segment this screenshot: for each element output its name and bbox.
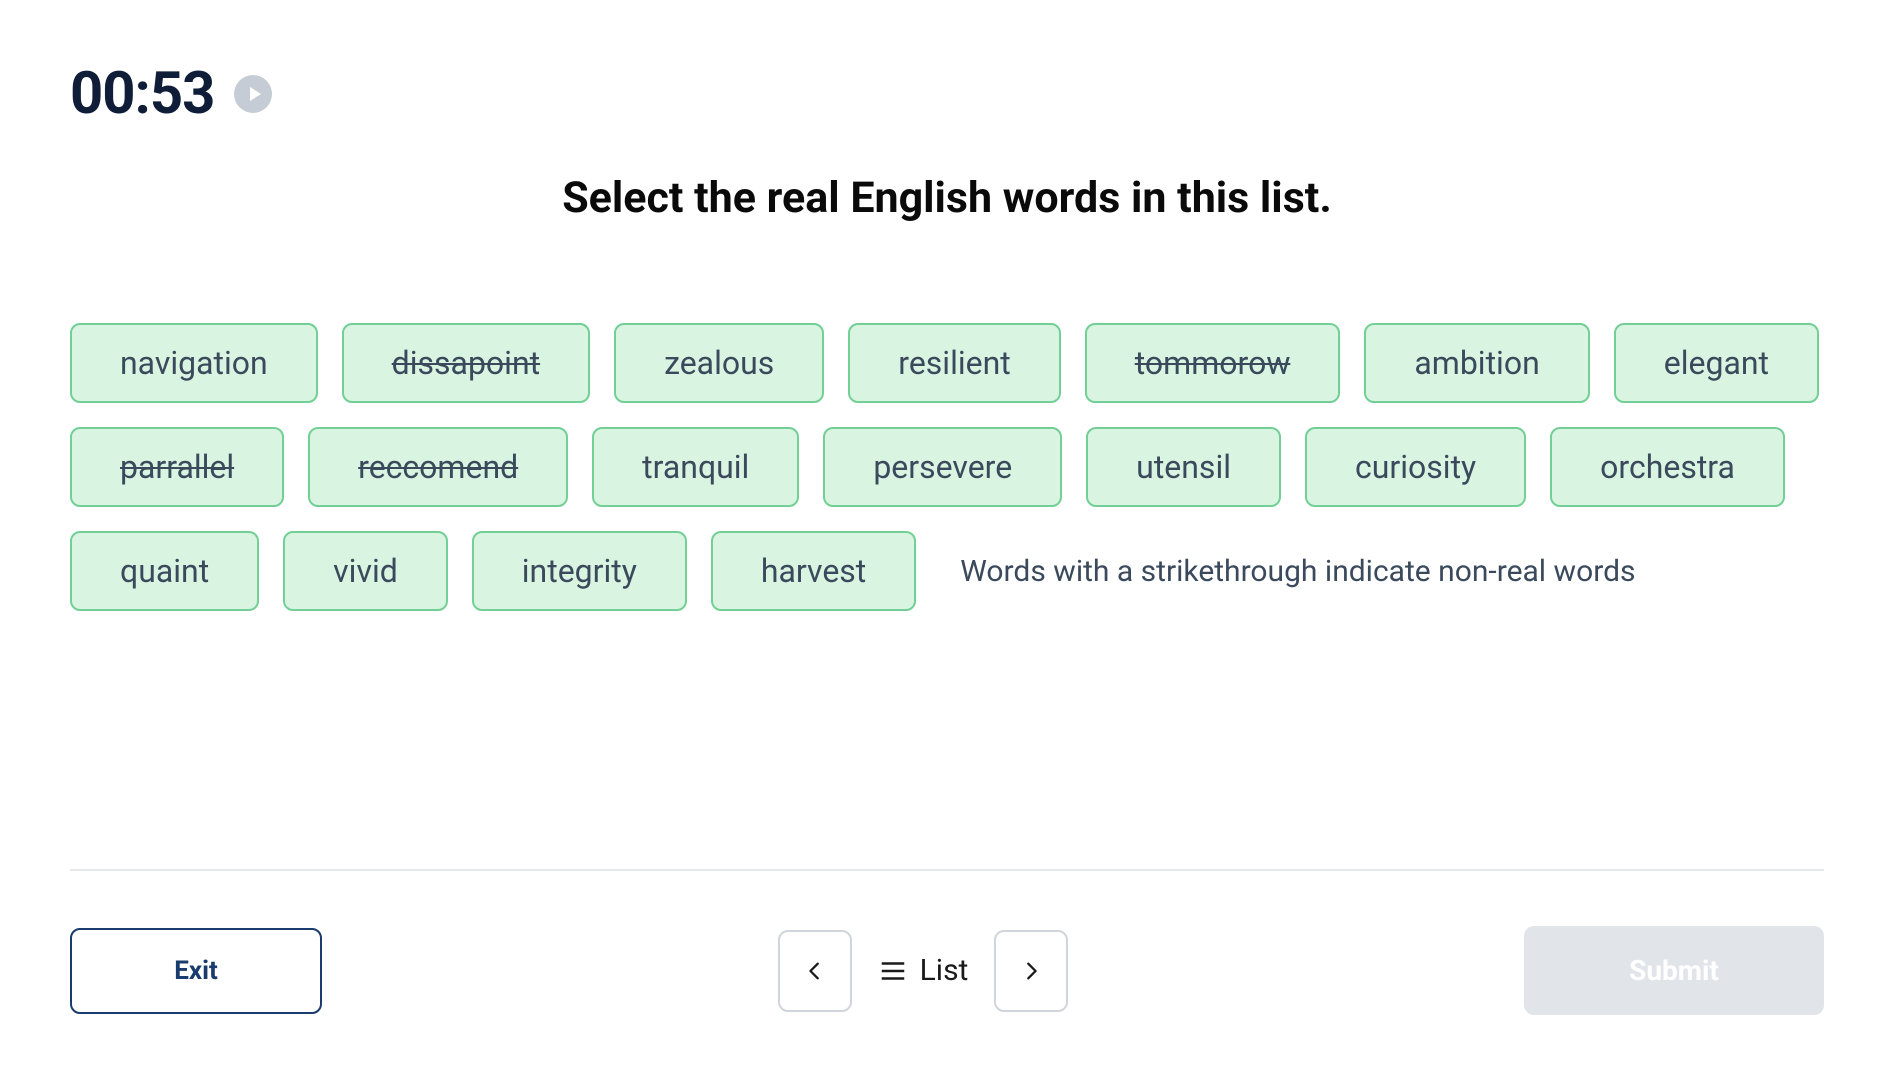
word-chip[interactable]: reccomend (308, 427, 568, 507)
word-chip[interactable]: zealous (614, 323, 824, 403)
prev-button[interactable] (778, 930, 852, 1012)
word-chip[interactable]: quaint (70, 531, 259, 611)
word-chip[interactable]: orchestra (1550, 427, 1785, 507)
word-chip[interactable]: ambition (1364, 323, 1589, 403)
word-chip[interactable]: utensil (1086, 427, 1281, 507)
nav-center: List (778, 930, 1069, 1012)
word-chip[interactable]: tommorow (1085, 323, 1341, 403)
words-area: navigation dissapoint zealous resilient tomm… (70, 323, 1824, 611)
chevron-left-icon (804, 960, 826, 982)
play-icon (247, 86, 263, 102)
chevron-right-icon (1020, 960, 1042, 982)
submit-button[interactable]: Submit (1524, 926, 1824, 1015)
list-label: List (920, 953, 969, 988)
word-chip[interactable]: integrity (472, 531, 687, 611)
word-chip[interactable]: parrallel (70, 427, 284, 507)
header: 00:53 (70, 60, 1824, 128)
word-chip[interactable]: tranquil (592, 427, 799, 507)
hint-text: Words with a strikethrough indicate non-… (960, 554, 1635, 589)
exit-button[interactable]: Exit (70, 928, 322, 1014)
word-chip[interactable]: harvest (711, 531, 916, 611)
word-chip[interactable]: dissapoint (342, 323, 590, 403)
next-button[interactable] (994, 930, 1068, 1012)
word-chip[interactable]: persevere (823, 427, 1062, 507)
word-chip[interactable]: resilient (848, 323, 1060, 403)
list-icon (878, 956, 908, 986)
word-chip[interactable]: navigation (70, 323, 318, 403)
word-chip[interactable]: curiosity (1305, 427, 1526, 507)
timer-display: 00:53 (70, 60, 214, 128)
list-button[interactable]: List (870, 953, 977, 988)
word-chip[interactable]: elegant (1614, 323, 1819, 403)
word-chip[interactable]: vivid (283, 531, 448, 611)
footer: Exit List Submit (70, 871, 1824, 1070)
play-button[interactable] (234, 75, 272, 113)
question-prompt: Select the real English words in this li… (70, 173, 1824, 223)
